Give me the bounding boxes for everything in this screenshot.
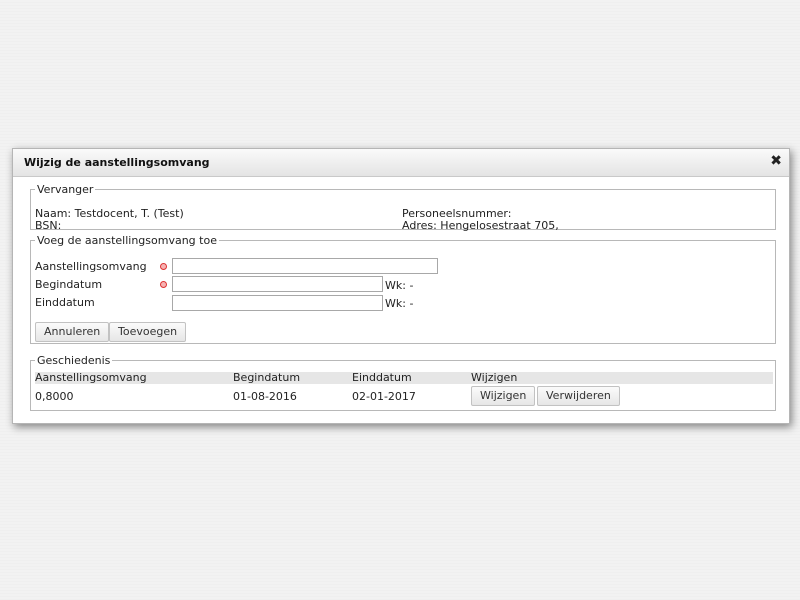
required-icon xyxy=(160,263,167,270)
history-header-wijzigen: Wijzigen xyxy=(471,371,518,384)
add-form-section: Voeg de aanstellingsomvang toe Aanstelli… xyxy=(30,234,776,344)
history-header-omvang: Aanstellingsomvang xyxy=(35,371,147,384)
history-section: Geschiedenis Aanstellingsomvang Begindat… xyxy=(30,354,776,411)
close-icon[interactable]: ✖ xyxy=(770,153,782,169)
begindatum-week: Wk: - xyxy=(385,279,414,292)
einddatum-input[interactable] xyxy=(172,295,383,311)
begindatum-label: Begindatum xyxy=(35,278,103,291)
history-header-einddatum: Einddatum xyxy=(352,371,412,384)
dialog: Wijzig de aanstellingsomvang ✖ Vervanger… xyxy=(12,148,790,424)
aanstellingsomvang-label: Aanstellingsomvang xyxy=(35,260,147,273)
begindatum-input[interactable] xyxy=(172,276,383,292)
history-header-begindatum: Begindatum xyxy=(233,371,301,384)
delete-button[interactable]: Verwijderen xyxy=(537,386,620,406)
required-icon xyxy=(160,281,167,288)
add-form-legend: Voeg de aanstellingsomvang toe xyxy=(37,234,217,247)
dialog-title: Wijzig de aanstellingsomvang xyxy=(24,156,210,169)
vervanger-section: Vervanger Naam: Testdocent, T. (Test) BS… xyxy=(30,183,776,232)
adres-text: Adres: Hengelosestraat 705, xyxy=(402,219,559,232)
aanstellingsomvang-input[interactable] xyxy=(172,258,438,274)
history-header-row: Aanstellingsomvang Begindatum Einddatum … xyxy=(35,371,773,384)
history-cell-einddatum: 02-01-2017 xyxy=(352,390,416,403)
bsn-text: BSN: xyxy=(35,219,62,232)
einddatum-week: Wk: - xyxy=(385,297,414,310)
einddatum-label: Einddatum xyxy=(35,296,95,309)
history-cell-omvang: 0,8000 xyxy=(35,390,74,403)
edit-button[interactable]: Wijzigen xyxy=(471,386,536,406)
history-cell-begindatum: 01-08-2016 xyxy=(233,390,297,403)
history-legend: Geschiedenis xyxy=(37,354,111,367)
vervanger-legend: Vervanger xyxy=(37,183,94,196)
dialog-titlebar[interactable]: Wijzig de aanstellingsomvang ✖ xyxy=(13,149,789,177)
cancel-button[interactable]: Annuleren xyxy=(35,322,110,342)
add-button[interactable]: Toevoegen xyxy=(109,322,187,342)
